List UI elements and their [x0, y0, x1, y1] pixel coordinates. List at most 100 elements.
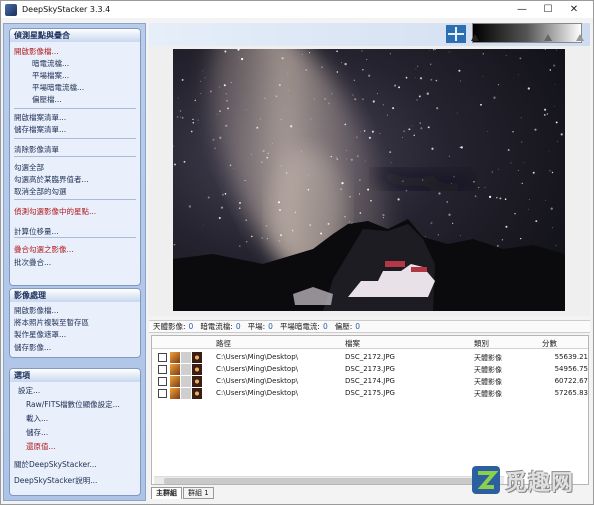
- star-dot: [233, 168, 235, 169]
- star-dot: [245, 219, 247, 221]
- registering-item[interactable]: 偵測勾選影像中的星點...: [14, 206, 96, 217]
- registering-item[interactable]: 平場暗電流檔...: [32, 82, 84, 93]
- star-dot: [436, 107, 439, 110]
- star-dot: [202, 224, 204, 226]
- col-type[interactable]: 類別: [474, 338, 489, 349]
- processing-item[interactable]: 製作星像遮罩...: [14, 329, 66, 340]
- star-dot: [305, 69, 308, 71]
- levels-gradient[interactable]: [472, 23, 582, 43]
- table-row[interactable]: C:\Users\Ming\Desktop\ DSC_2173.JPG 天體影像 54…: [152, 364, 588, 376]
- registering-item[interactable]: 偏壓檔...: [32, 94, 62, 105]
- star-dot: [482, 53, 485, 55]
- col-file[interactable]: 檔案: [345, 338, 360, 349]
- cell-type: 天體影像: [474, 390, 502, 398]
- star-dot: [507, 148, 510, 152]
- row-checkbox[interactable]: [158, 353, 167, 362]
- star-dot: [496, 244, 499, 247]
- processing-item[interactable]: 開啟影像檔...: [14, 305, 59, 316]
- options-item[interactable]: 設定...: [18, 385, 40, 396]
- registering-item[interactable]: 清除影像清單: [14, 144, 59, 155]
- row-thumbnail-icon: [170, 364, 180, 375]
- star-dot: [310, 118, 312, 120]
- col-score[interactable]: 分數: [542, 338, 557, 349]
- star-dot: [308, 52, 311, 54]
- registering-item[interactable]: 疊合勾選之影像...: [14, 244, 74, 255]
- star-dot: [510, 162, 512, 164]
- star-dot: [551, 227, 554, 229]
- registering-item[interactable]: 取消全部的勾選: [14, 186, 67, 197]
- options-item[interactable]: 還原值...: [26, 441, 56, 452]
- table-row[interactable]: C:\Users\Ming\Desktop\ DSC_2174.JPG 天體影像 60…: [152, 376, 588, 388]
- options-item[interactable]: Raw/FITS檔數位顯像設定...: [26, 399, 120, 410]
- white-point-handle[interactable]: [576, 34, 584, 41]
- star-dot: [368, 136, 371, 139]
- star-dot: [173, 243, 176, 246]
- star-dot: [499, 197, 502, 200]
- table-row[interactable]: C:\Users\Ming\Desktop\ DSC_2175.JPG 天體影像 57…: [152, 388, 588, 400]
- star-dot: [269, 145, 271, 146]
- horizontal-scrollbar[interactable]: [154, 476, 504, 484]
- tab-main-group[interactable]: 主群組: [151, 487, 182, 499]
- star-dot: [460, 146, 463, 149]
- star-dot: [359, 212, 362, 214]
- status-item: 偏壓: 0: [335, 321, 363, 332]
- registering-item[interactable]: 開啟影像檔...: [14, 46, 59, 57]
- options-item[interactable]: 載入...: [26, 413, 48, 424]
- star-dot: [370, 199, 372, 202]
- star-dot: [390, 161, 392, 163]
- cell-path: C:\Users\Ming\Desktop\: [216, 377, 299, 385]
- registering-item[interactable]: 計算位移量...: [14, 226, 59, 237]
- star-dot: [505, 225, 508, 228]
- minimize-button[interactable]: —: [509, 1, 535, 18]
- processing-item[interactable]: 將本照片複製至暫存區: [14, 317, 89, 328]
- registering-item[interactable]: 平場檔案...: [32, 70, 69, 81]
- registering-item[interactable]: 開啟檔案清單...: [14, 112, 66, 123]
- table-row[interactable]: C:\Users\Ming\Desktop\ DSC_2172.JPG 天體影像 55…: [152, 352, 588, 364]
- star-dot: [250, 153, 252, 156]
- star-dot: [418, 95, 421, 98]
- registering-item[interactable]: 勾選高於某臨界值者...: [14, 174, 89, 185]
- cell-path: C:\Users\Ming\Desktop\: [216, 365, 299, 373]
- star-dot: [348, 221, 351, 223]
- cell-score: 57265.83: [554, 389, 588, 397]
- star-dot: [240, 57, 244, 61]
- row-checkbox[interactable]: [158, 365, 167, 374]
- status-label: 暗電流檔:: [200, 322, 233, 331]
- scroll-thumb[interactable]: [164, 478, 494, 484]
- row-thumbnail-icon: [181, 364, 191, 375]
- grid-view-icon[interactable]: [446, 25, 466, 43]
- processing-item[interactable]: 儲存影像...: [14, 342, 51, 353]
- status-label: 天體影像:: [153, 322, 186, 331]
- registering-item[interactable]: 儲存檔案清單...: [14, 124, 66, 135]
- row-checkbox[interactable]: [158, 377, 167, 386]
- star-dot: [180, 116, 182, 118]
- star-dot: [482, 75, 484, 77]
- star-dot: [453, 176, 455, 178]
- star-dot: [512, 131, 514, 133]
- star-dot: [267, 152, 269, 155]
- menu-separator: [14, 108, 136, 109]
- options-item[interactable]: 關於DeepSkyStacker...: [14, 459, 97, 470]
- registering-item[interactable]: 批次疊合...: [14, 257, 51, 268]
- star-dot: [250, 235, 253, 238]
- star-dot: [394, 84, 397, 87]
- row-checkbox[interactable]: [158, 389, 167, 398]
- options-item[interactable]: 儲存...: [26, 427, 48, 438]
- star-dot: [484, 187, 486, 188]
- star-dot: [550, 207, 553, 210]
- tab-group-1[interactable]: 群組 1: [183, 487, 214, 499]
- registering-item[interactable]: 暗電流檔...: [32, 58, 69, 69]
- options-item[interactable]: DeepSkyStacker說明...: [14, 475, 97, 486]
- maximize-button[interactable]: ☐: [535, 1, 561, 18]
- star-dot: [405, 189, 408, 192]
- star-dot: [419, 122, 421, 124]
- star-dot: [546, 113, 549, 115]
- registering-item[interactable]: 勾選全部: [14, 162, 44, 173]
- star-dot: [451, 183, 452, 185]
- col-path[interactable]: 路徑: [216, 338, 231, 349]
- star-dot: [415, 77, 417, 78]
- close-button[interactable]: ✕: [561, 1, 587, 18]
- midpoint-handle[interactable]: [544, 34, 552, 41]
- star-dot: [200, 92, 202, 94]
- black-point-handle[interactable]: [471, 34, 479, 41]
